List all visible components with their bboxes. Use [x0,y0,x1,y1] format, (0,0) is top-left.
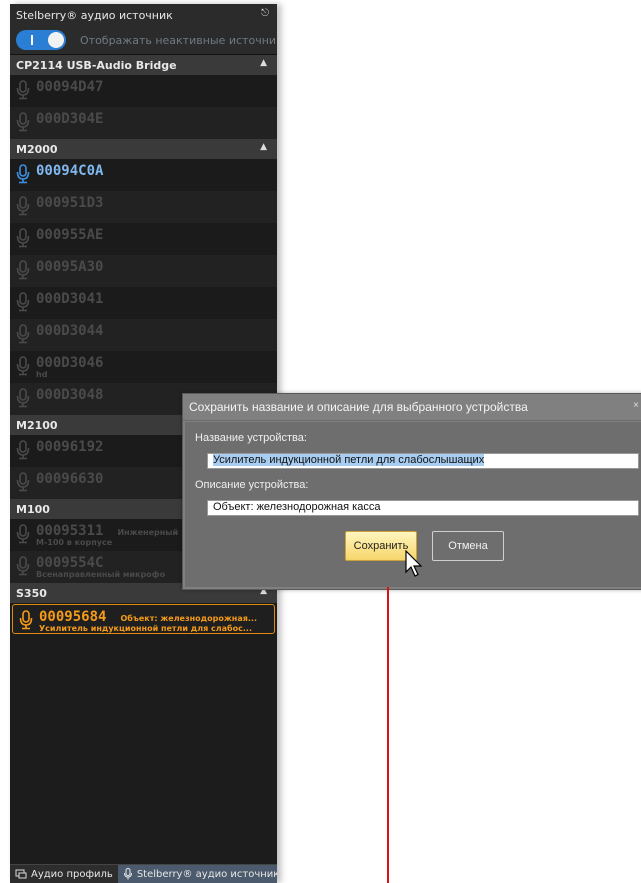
device-description-value: Объект: железнодорожная касса [213,501,381,513]
device-row[interactable]: 000D3046 hd [10,351,277,383]
device-row[interactable]: 000D304E [10,107,277,139]
device-subtitle: Всенаправленный микрофо [36,570,166,579]
show-inactive-toggle[interactable] [16,30,66,50]
device-row[interactable]: 000D3044 [10,319,277,351]
device-text: 000955AE [36,227,103,243]
device-row[interactable]: 000955AE [10,223,277,255]
device-text: 00095A30 [36,259,103,275]
collapse-caret-icon[interactable]: ▲ [260,142,267,152]
microphone-icon [16,388,30,408]
device-text: 00095311 Инженерный M-100 в корпусе [36,523,178,547]
device-id: 00094D47 [36,79,104,95]
device-text: 0009554C Всенаправленный микрофо [36,555,165,579]
device-text: 000D3048 [36,387,103,403]
device-id: 00095A30 [36,259,104,275]
device-description: Объект: железнодорожная... [120,614,257,623]
device-row[interactable]: 000D3041 [10,287,277,319]
device-row[interactable]: 00094D47 [10,75,277,107]
microphone-icon [16,196,30,216]
device-id: 0009554C [36,555,104,571]
device-description-input[interactable]: Объект: железнодорожная касса [207,500,639,516]
pin-icon[interactable]: ⎋ [261,8,269,19]
microphone-icon [16,472,30,492]
show-inactive-row: Отображать неактивные источники [10,26,277,55]
group-header[interactable]: M2000 ▲ [10,139,277,159]
device-id: 000955AE [36,227,104,243]
device-id: 000D3046 [36,355,104,371]
cancel-button[interactable]: Отмена [432,531,504,561]
device-text: 000951D3 [36,195,103,211]
tab-audio-profile[interactable]: Аудио профиль [10,865,118,883]
group-name: M100 [16,502,50,516]
device-text: 000D3044 [36,323,103,339]
tab-audio-source[interactable]: Stelberry® аудио источник [117,865,277,883]
microphone-icon [19,610,33,630]
device-text: 00094C0A [36,163,103,179]
group-name: CP2114 USB-Audio Bridge [16,58,177,72]
audio-profile-icon [15,869,27,879]
device-text: 000D304E [36,111,103,127]
microphone-icon [16,164,30,184]
collapse-caret-icon[interactable]: ▲ [260,58,267,68]
device-id: 000D304E [36,111,104,127]
device-text: 00095684 Объект: железнодорожная... Усилит… [39,609,257,633]
device-id: 00095684 [39,609,107,625]
bottom-tabs: Аудио профиль Stelberry® аудио источник [10,864,277,883]
group-name: M2000 [16,142,58,156]
tab-audio-profile-label: Аудио профиль [31,868,113,880]
dialog-title: Сохранить название и описание для выбран… [189,400,528,414]
microphone-icon [123,868,132,880]
group-header[interactable]: CP2114 USB-Audio Bridge ▲ [10,55,277,75]
device-description: Инженерный [117,528,179,537]
device-description-label: Описание устройства: [195,479,309,491]
microphone-icon [16,524,30,544]
device-row[interactable]: 00094C0A [10,159,277,191]
device-id: 000D3048 [36,387,104,403]
device-text: 000D3046 hd [36,355,103,379]
device-id: 000D3041 [36,291,104,307]
tab-audio-source-label: Stelberry® аудио источник [136,868,277,880]
microphone-icon [16,228,30,248]
device-text: 00096630 [36,471,103,487]
show-inactive-label: Отображать неактивные источники [80,33,277,47]
microphone-icon [16,356,30,376]
device-row[interactable]: 00095684 Объект: железнодорожная... Усилит… [12,604,275,634]
device-text: 00096192 [36,439,103,455]
device-id: 00094C0A [36,163,104,179]
microphone-icon [16,80,30,100]
device-name-input[interactable]: Усилитель индукционной петли для слабосл… [207,453,639,469]
device-subtitle: Усилитель индукционной петли для слабос.… [39,624,252,633]
device-text: 000D3041 [36,291,103,307]
device-id: 00095311 [36,523,104,539]
device-row[interactable]: 000951D3 [10,191,277,223]
group-name: S350 [16,586,47,600]
microphone-icon [16,260,30,280]
device-subtitle: hd [36,370,48,379]
group-name: M2100 [16,418,58,432]
annotation-line [387,587,389,883]
device-name-label: Название устройства: [195,432,307,444]
panel-title: Stelberry® аудио источник [16,8,173,22]
device-id: 00096630 [36,471,104,487]
device-row[interactable]: 00095A30 [10,255,277,287]
microphone-icon [16,112,30,132]
device-name-value: Усилитель индукционной петли для слабосл… [213,454,485,466]
device-text: 00094D47 [36,79,103,95]
device-id: 000951D3 [36,195,104,211]
microphone-icon [16,556,30,576]
dialog-title-bar: Сохранить название и описание для выбран… [183,394,641,421]
device-id: 000D3044 [36,323,104,339]
device-subtitle: M-100 в корпусе [36,538,113,547]
mouse-cursor-icon [405,550,423,577]
panel-title-bar: Stelberry® аудио источник ⎋ [10,4,277,26]
close-icon[interactable]: × [633,400,639,411]
microphone-icon [16,440,30,460]
device-id: 00096192 [36,439,104,455]
microphone-icon [16,292,30,312]
microphone-icon [16,324,30,344]
